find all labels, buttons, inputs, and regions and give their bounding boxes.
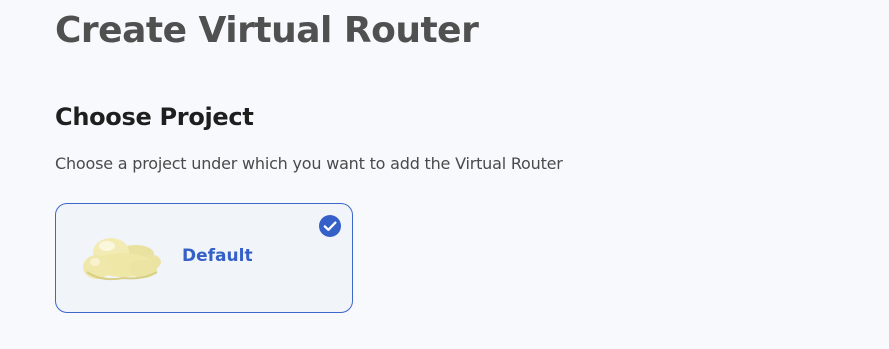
- page-title: Create Virtual Router: [55, 10, 479, 51]
- create-virtual-router-page: Create Virtual Router Choose Project Cho…: [0, 0, 889, 349]
- section-title: Choose Project: [55, 103, 254, 131]
- project-name: Default: [182, 246, 253, 266]
- project-card-default[interactable]: Default: [55, 203, 353, 313]
- cloud-icon: [81, 232, 163, 284]
- check-circle-icon: [318, 214, 342, 238]
- section-description: Choose a project under which you want to…: [55, 154, 563, 173]
